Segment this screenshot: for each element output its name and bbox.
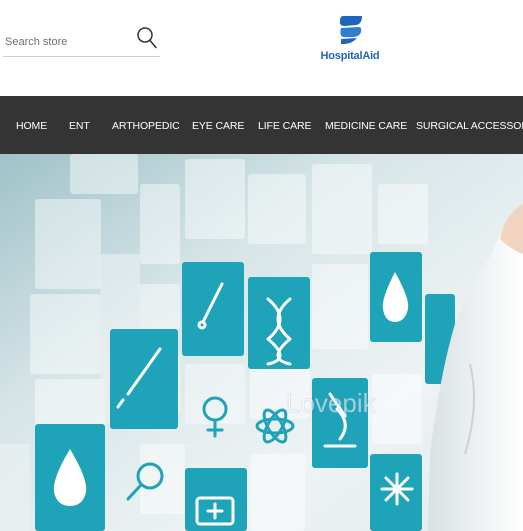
nav-item-life-care[interactable]: LIFE CARE (258, 120, 311, 132)
search-icon (137, 27, 157, 49)
logo-text: HospitalAid (320, 50, 380, 62)
nav-item-ent[interactable]: ENT (69, 120, 90, 132)
nav-item-eye-care[interactable]: EYE CARE (192, 120, 244, 132)
nav-item-surgical-accessories[interactable]: SURGICAL ACCESSORIES (416, 120, 523, 132)
hero-banner: Lovepik (0, 154, 523, 531)
search-bar (3, 24, 160, 57)
search-button[interactable] (136, 26, 160, 52)
search-input[interactable] (5, 32, 133, 52)
main-nav: HOME ENT ARTHOPEDIC EYE CARE LIFE CARE M… (0, 96, 523, 154)
hero-watermark: Lovepik (286, 388, 377, 418)
nav-item-home[interactable]: HOME (16, 120, 47, 132)
nav-item-arthopedic[interactable]: ARTHOPEDIC (112, 120, 180, 132)
logo-mark-icon (339, 16, 362, 45)
nav-item-medicine-care[interactable]: MEDICINE CARE (325, 120, 407, 132)
hero-illustration: Lovepik (0, 154, 523, 531)
site-header: HospitalAid (0, 0, 523, 96)
site-logo[interactable]: HospitalAid (320, 15, 380, 73)
